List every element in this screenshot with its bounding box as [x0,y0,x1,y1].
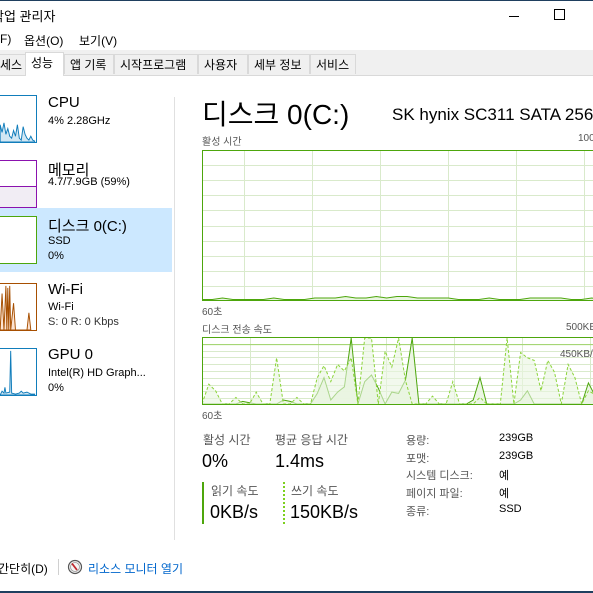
active-time-stat-label: 활성 시간 [203,433,251,447]
property-system-disk-value: 예 [499,470,510,482]
active-time-max-label: 100% [578,133,593,144]
tab-app-history[interactable]: 앱 기록 [64,54,114,74]
page-title: 디스크 0(C:) [202,99,350,130]
transfer-rate-max-label: 500KB/s [566,322,593,333]
transfer-rate-label: 디스크 전송 속도 [202,325,272,336]
property-type-value: SSD [499,503,522,515]
sidebar-item-detail: 4% 2.28GHz [48,115,111,127]
sidebar-item-name: GPU 0 [48,346,94,363]
property-system-disk-label: 시스템 디스크: [406,470,473,482]
sidebar-item-type: SSD [48,235,71,247]
property-page-file-label: 페이지 파일: [406,488,463,500]
menu-file[interactable]: F) [0,32,11,46]
write-speed-legend-bar [283,482,285,524]
read-speed-label: 읽기 속도 [211,484,259,498]
open-resource-monitor-link[interactable]: 리소스 모니터 열기 [88,560,183,577]
maximize-button[interactable] [550,6,570,24]
window-title: 작업 관리자 [0,9,56,24]
tab-users[interactable]: 사용자 [198,54,248,74]
menu-view[interactable]: 보기(V) [79,32,117,49]
sidebar-item-usage: 0% [48,250,64,262]
sidebar-item-adapter: Wi-Fi [48,301,74,313]
window-top-border [0,0,593,1]
footer-separator [58,559,59,575]
tab-strip: 세스 성능 앱 기록 시작프로그램 사용자 세부 정보 서비스 [0,50,593,76]
read-speed-value: 0KB/s [210,502,259,522]
disk-model: SK hynix SC311 SATA 256GB [392,105,593,124]
sidebar-item-gpu0[interactable]: GPU 0 Intel(R) HD Graph... 0% [0,345,172,409]
active-time-label: 활성 시간 [202,137,242,148]
transfer-rate-chart: 450KB/s [202,337,593,406]
sidebar-item-adapter: Intel(R) HD Graph... [48,367,146,379]
menu-options[interactable]: 옵션(O) [24,32,63,49]
sidebar-divider [174,97,175,540]
cpu-thumbnail-graph [0,95,37,143]
tab-performance[interactable]: 성능 [25,52,64,76]
sidebar-item-name: Wi-Fi [48,281,83,298]
read-speed-legend-bar [202,482,204,524]
sidebar-item-throughput: S: 0 R: 0 Kbps [48,316,119,328]
tab-startup[interactable]: 시작프로그램 [114,54,198,74]
avg-response-label: 평균 응답 시간 [275,433,348,447]
tab-processes[interactable]: 세스 [0,54,26,74]
transfer-rate-duration-label: 60초 [202,411,223,422]
sidebar-item-cpu[interactable]: CPU 4% 2.28GHz [0,90,172,154]
active-time-chart-border [202,150,593,301]
property-formatted-label: 포맷: [406,453,430,465]
sidebar-item-name: CPU [48,94,80,111]
sidebar-item-disk0[interactable]: 디스크 0(C:) SSD 0% [0,208,172,272]
transfer-rate-secondary-label: 450KB/s [560,349,593,360]
sidebar-item-usage: 0% [48,382,64,394]
minimize-button[interactable] [505,8,525,24]
write-speed-label: 쓰기 속도 [291,484,339,498]
resource-monitor-icon [67,559,83,575]
active-time-stat-value: 0% [202,451,229,471]
property-capacity-label: 용량: [406,435,430,447]
disk-thumbnail-graph [0,216,37,264]
memory-thumbnail-graph [0,160,37,208]
wifi-thumbnail-graph [0,283,37,331]
sidebar-item-detail: 4.7/7.9GB (59%) [48,176,130,188]
tab-details[interactable]: 세부 정보 [248,54,310,74]
write-speed-value: 150KB/s [290,502,359,522]
property-formatted-value: 239GB [499,450,534,462]
active-time-duration-label: 60초 [202,307,223,318]
sidebar-item-wifi[interactable]: Wi-Fi Wi-Fi S: 0 R: 0 Kbps [0,280,172,344]
gpu-thumbnail-graph [0,348,37,396]
property-type-label: 종류: [406,506,430,518]
fewer-details-link[interactable]: 간단히(D) [0,560,48,577]
property-page-file-value: 예 [499,488,510,500]
sidebar-item-name: 디스크 0(C:) [48,218,127,235]
avg-response-value: 1.4ms [275,451,325,471]
active-time-chart [202,150,593,301]
property-capacity-value: 239GB [499,432,534,444]
tab-services[interactable]: 서비스 [310,54,356,74]
